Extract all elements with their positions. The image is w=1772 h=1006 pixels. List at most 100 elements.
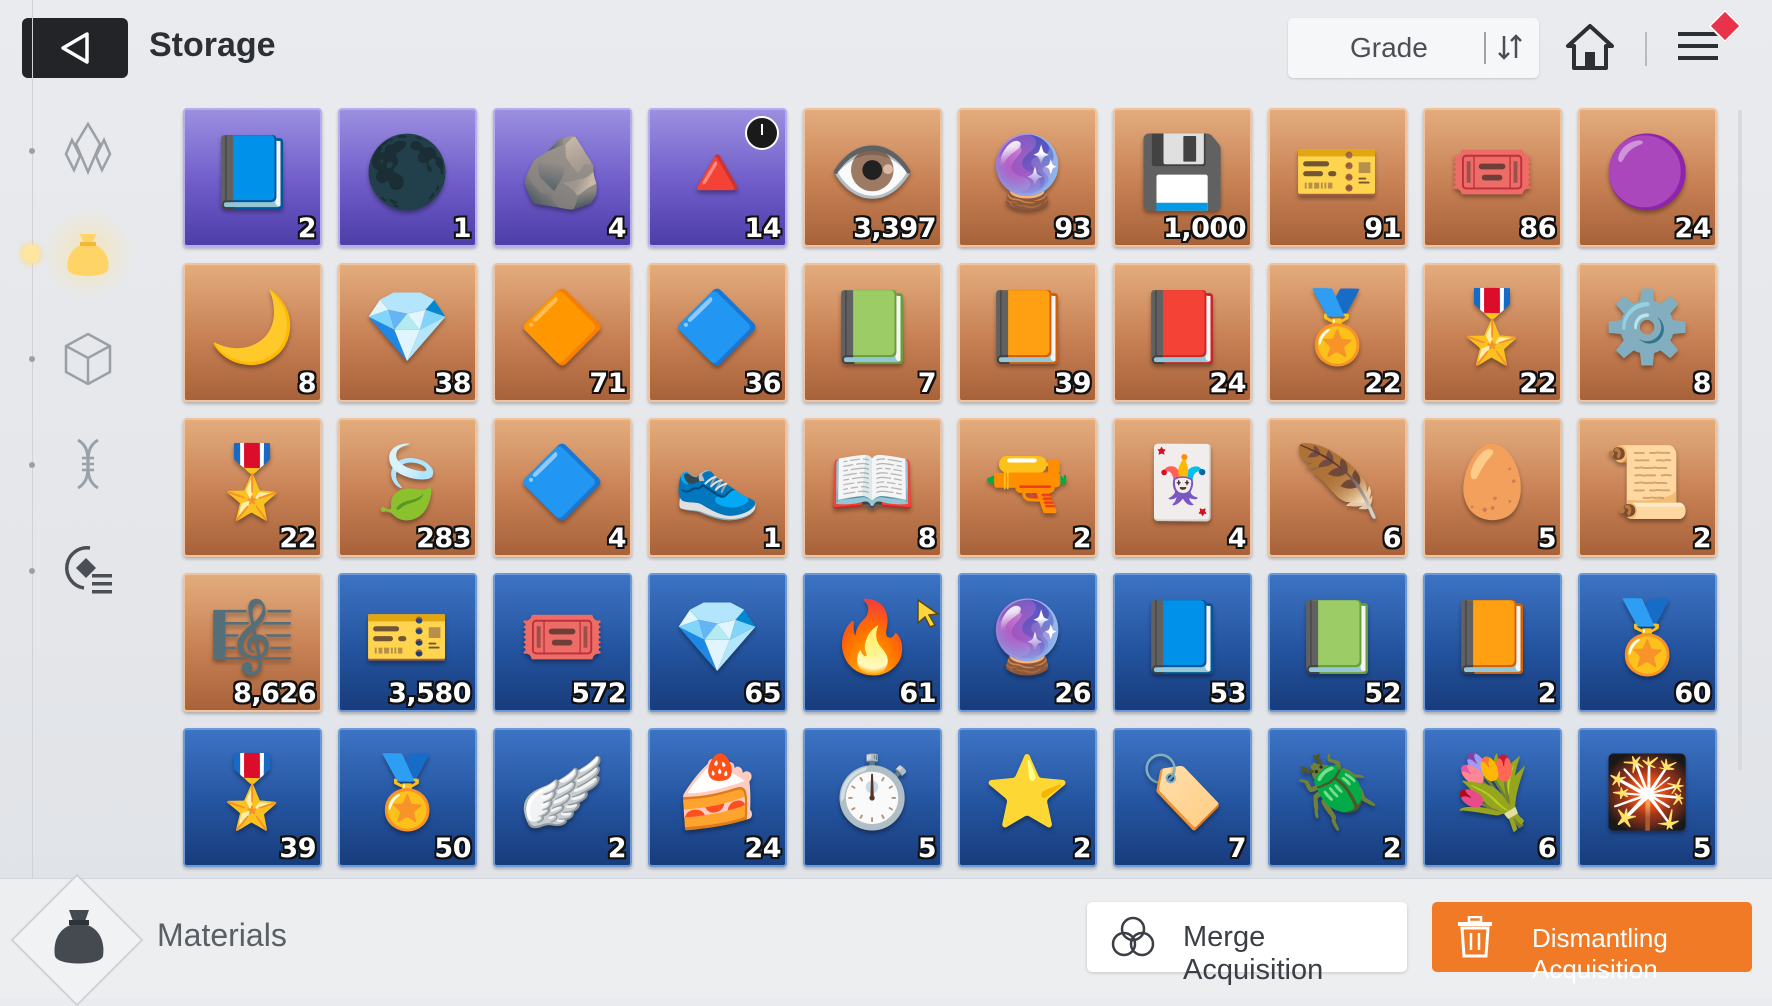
inventory-item[interactable]: 🍰 24 xyxy=(648,728,787,867)
inventory-item[interactable]: 📗 52 xyxy=(1268,573,1407,712)
inventory-item[interactable]: 🎫 91 xyxy=(1268,108,1407,247)
inventory-item[interactable]: 👁️ 3,397 xyxy=(803,108,942,247)
inventory-item[interactable]: 🪶 6 xyxy=(1268,418,1407,557)
inventory-item[interactable]: 🏅 50 xyxy=(338,728,477,867)
item-icon: 🏷️ xyxy=(1138,753,1227,832)
item-icon: 🔷 xyxy=(518,443,607,522)
item-icon: 📜 xyxy=(1603,443,1692,522)
inventory-item[interactable]: 📙 2 xyxy=(1423,573,1562,712)
inventory-item[interactable]: 🎫 3,580 xyxy=(338,573,477,712)
inventory-item[interactable]: 🔫 2 xyxy=(958,418,1097,557)
item-count: 71 xyxy=(589,368,626,399)
home-icon[interactable] xyxy=(1565,22,1615,72)
inventory-item[interactable]: 📜 2 xyxy=(1578,418,1717,557)
inventory-item[interactable]: 🌙 8 xyxy=(183,263,322,402)
item-icon: 🔷 xyxy=(673,288,762,367)
item-icon: 🪶 xyxy=(1293,443,1382,522)
item-icon: 🔺 xyxy=(673,133,762,212)
inventory-item[interactable]: 📘 53 xyxy=(1113,573,1252,712)
back-button[interactable] xyxy=(22,18,128,78)
inventory-item[interactable]: 📙 39 xyxy=(958,263,1097,402)
inventory-item[interactable]: 🥚 5 xyxy=(1423,418,1562,557)
inventory-item[interactable]: 📕 24 xyxy=(1113,263,1252,402)
sort-order-icon[interactable] xyxy=(1495,30,1525,64)
item-icon: 🌙 xyxy=(208,288,297,367)
inventory-item[interactable]: 🔺 14 xyxy=(648,108,787,247)
sidebar-item-dna[interactable] xyxy=(52,428,124,500)
dismantling-label: Dismantling Acquisition xyxy=(1532,923,1668,984)
inventory-item[interactable]: 🏅 22 xyxy=(1268,263,1407,402)
inventory-item[interactable]: 🏅 60 xyxy=(1578,573,1717,712)
inventory-item[interactable]: 🃏 4 xyxy=(1113,418,1252,557)
inventory-item[interactable]: 🎟️ 86 xyxy=(1423,108,1562,247)
item-icon: 🌑 xyxy=(363,133,452,212)
inventory-item[interactable]: 💎 65 xyxy=(648,573,787,712)
sidebar-dot xyxy=(29,148,35,154)
inventory-item[interactable]: 🍃 283 xyxy=(338,418,477,557)
inventory-item[interactable]: 🎼 8,626 xyxy=(183,573,322,712)
sort-dropdown[interactable]: Grade xyxy=(1288,18,1539,78)
item-icon: 🪲 xyxy=(1293,753,1382,832)
merge-circles-icon xyxy=(1111,916,1155,957)
inventory-grid: 📘 2 🌑 1 🪨 4 🔺 14 👁️ 3,397 🔮 93 💾 1,000 🎫 91 🎟️ 86 🟣 24 🌙 8 💎 38… xyxy=(183,108,1719,867)
item-icon: 📙 xyxy=(983,288,1072,367)
sidebar-item-materials[interactable] xyxy=(42,208,134,300)
item-count: 2 xyxy=(1382,833,1402,864)
item-icon: 🔥 xyxy=(828,598,917,677)
sidebar-item-crystal[interactable] xyxy=(52,112,124,184)
inventory-item[interactable]: 🔶 71 xyxy=(493,263,632,402)
inventory-item[interactable]: 📗 7 xyxy=(803,263,942,402)
item-count: 5 xyxy=(1692,833,1712,864)
item-count: 1 xyxy=(452,213,472,244)
grid-scrollbar[interactable] xyxy=(1738,110,1742,770)
inventory-item[interactable]: 🪽 2 xyxy=(493,728,632,867)
dismantling-acquisition-button[interactable]: Dismantling Acquisition xyxy=(1432,902,1752,984)
inventory-item[interactable]: ⭐ 2 xyxy=(958,728,1097,867)
inventory-item[interactable]: 🎖️ 39 xyxy=(183,728,322,867)
merge-label: Merge Acquisition xyxy=(1183,921,1324,986)
inventory-item[interactable]: 🎖️ 22 xyxy=(183,418,322,557)
item-icon: 🎇 xyxy=(1603,753,1692,832)
inventory-item[interactable]: 🔷 4 xyxy=(493,418,632,557)
sidebar-item-records[interactable] xyxy=(52,532,124,604)
item-icon: 🎟️ xyxy=(1448,133,1537,212)
inventory-item[interactable]: 🟣 24 xyxy=(1578,108,1717,247)
sidebar-item-cube[interactable] xyxy=(52,322,124,394)
item-icon: 💎 xyxy=(363,288,452,367)
inventory-item[interactable]: 🔮 93 xyxy=(958,108,1097,247)
inventory-item[interactable]: 🪨 4 xyxy=(493,108,632,247)
inventory-item[interactable]: 🎖️ 22 xyxy=(1423,263,1562,402)
inventory-item[interactable]: 💾 1,000 xyxy=(1113,108,1252,247)
item-icon: 👟 xyxy=(673,443,762,522)
item-count: 39 xyxy=(1054,368,1091,399)
item-icon: 🏅 xyxy=(1293,288,1382,367)
item-icon: 🏅 xyxy=(363,753,452,832)
item-count: 39 xyxy=(279,833,316,864)
item-count: 2 xyxy=(1072,833,1092,864)
merge-acquisition-button[interactable]: Merge Acquisition xyxy=(1087,902,1407,986)
inventory-item[interactable]: 🔥 61 xyxy=(803,573,942,712)
item-count: 2 xyxy=(1692,523,1712,554)
inventory-item[interactable]: 📘 2 xyxy=(183,108,322,247)
item-count: 61 xyxy=(899,678,936,709)
inventory-item[interactable]: 🎇 5 xyxy=(1578,728,1717,867)
inventory-item[interactable]: ⏱️ 5 xyxy=(803,728,942,867)
inventory-item[interactable]: 🔮 26 xyxy=(958,573,1097,712)
inventory-item[interactable]: 🪲 2 xyxy=(1268,728,1407,867)
dna-icon xyxy=(77,438,99,490)
item-icon: ⭐ xyxy=(983,753,1072,832)
item-count: 6 xyxy=(1537,833,1557,864)
inventory-item[interactable]: 💎 38 xyxy=(338,263,477,402)
inventory-item[interactable]: 💐 6 xyxy=(1423,728,1562,867)
inventory-item[interactable]: 🌑 1 xyxy=(338,108,477,247)
inventory-item[interactable]: 📖 8 xyxy=(803,418,942,557)
inventory-item[interactable]: 🎟️ 572 xyxy=(493,573,632,712)
inventory-item[interactable]: 🏷️ 7 xyxy=(1113,728,1252,867)
item-icon: 📖 xyxy=(828,443,917,522)
inventory-item[interactable]: 🔷 36 xyxy=(648,263,787,402)
item-icon: 🥚 xyxy=(1448,443,1537,522)
inventory-item[interactable]: ⚙️ 8 xyxy=(1578,263,1717,402)
inventory-item[interactable]: 👟 1 xyxy=(648,418,787,557)
item-count: 86 xyxy=(1519,213,1556,244)
sidebar-dot xyxy=(29,462,35,468)
